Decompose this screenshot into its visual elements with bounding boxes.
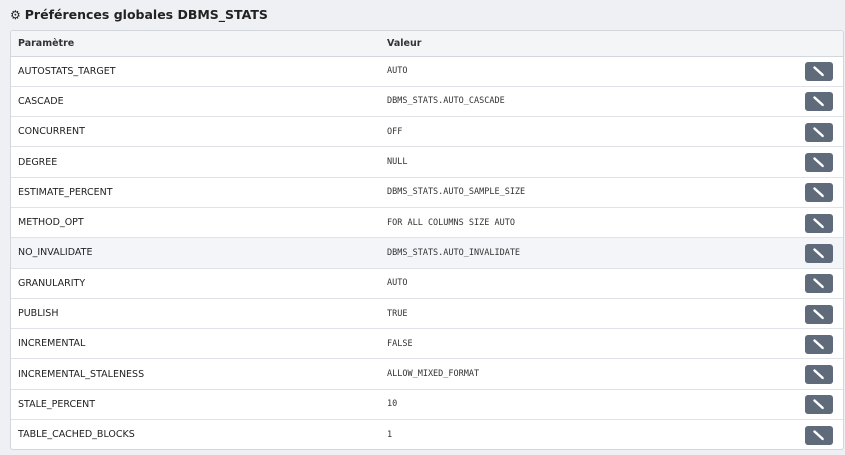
- row-actions: [783, 267, 843, 299]
- pencil-icon: [813, 369, 824, 380]
- parameter-value: OFF: [381, 116, 783, 147]
- pencil-icon: [813, 248, 824, 259]
- pencil-icon: [813, 217, 824, 228]
- edit-button[interactable]: [805, 122, 833, 142]
- parameter-value: AUTO: [387, 66, 408, 77]
- row-actions: [783, 419, 843, 449]
- parameter-value: FOR ALL COLUMNS SIZE AUTO: [381, 206, 783, 238]
- page-header: ⚙ Préférences globales DBMS_STATS: [10, 7, 268, 22]
- table-row: PUBLISH TRUE: [11, 297, 843, 329]
- parameter-name: AUTOSTATS_TARGET: [18, 65, 116, 77]
- row-actions: [783, 388, 843, 420]
- edit-button[interactable]: [805, 425, 833, 445]
- edit-button[interactable]: [805, 92, 833, 112]
- parameter-value: ALLOW_MIXED_FORMAT: [381, 358, 783, 390]
- table-row: INCREMENTAL FALSE: [11, 328, 843, 359]
- row-actions: [783, 328, 843, 359]
- page-title: Préférences globales DBMS_STATS: [24, 7, 268, 22]
- preferences-table: Paramètre Valeur AUTOSTATS_TARGET AUTO CAS…: [11, 31, 843, 449]
- edit-button[interactable]: [805, 395, 833, 415]
- row-actions: [783, 116, 843, 147]
- row-actions: [783, 237, 843, 269]
- column-header-actions: [783, 31, 843, 57]
- parameter-value: NULL: [381, 146, 783, 178]
- parameter-value: 10: [381, 388, 783, 420]
- parameter-value: DBMS_STATS.AUTO_CASCADE: [381, 85, 783, 117]
- parameter-value: DBMS_STATS.AUTO_INVALIDATE: [381, 237, 783, 269]
- parameter-name: PUBLISH: [11, 297, 381, 329]
- pencil-icon: [813, 96, 824, 107]
- table-row: TABLE_CACHED_BLOCKS 1: [11, 419, 843, 449]
- parameter-value: 1: [381, 419, 783, 449]
- parameter-name: STALE_PERCENT: [11, 388, 381, 420]
- pencil-icon: [813, 127, 824, 137]
- parameter-name: TABLE_CACHED_BLOCKS: [11, 419, 381, 449]
- row-actions: [783, 85, 843, 117]
- edit-button[interactable]: [805, 213, 833, 233]
- table-row: STALE_PERCENT 10: [11, 388, 843, 420]
- parameter-name: ESTIMATE_PERCENT: [11, 176, 381, 208]
- edit-button[interactable]: [805, 304, 833, 324]
- edit-button[interactable]: [805, 334, 833, 354]
- gear-icon: ⚙: [10, 7, 21, 22]
- edit-button[interactable]: [805, 153, 833, 173]
- table-row: INCREMENTAL_STALENESS ALLOW_MIXED_FORMAT: [11, 358, 843, 390]
- row-actions: [783, 358, 843, 390]
- parameter-name: INCREMENTAL: [11, 328, 381, 359]
- parameter-value: FALSE: [381, 328, 783, 359]
- parameter-value: AUTO: [381, 267, 783, 299]
- pencil-icon: [813, 399, 824, 410]
- column-header-parameter: Paramètre: [11, 31, 381, 57]
- row-actions: [783, 176, 843, 208]
- row-actions: [783, 56, 843, 86]
- table-row: NO_INVALIDATE DBMS_STATS.AUTO_INVALIDATE: [11, 237, 843, 269]
- edit-button[interactable]: [805, 274, 833, 294]
- parameter-name: GRANULARITY: [11, 267, 381, 299]
- edit-button[interactable]: [805, 183, 833, 203]
- table-row: AUTOSTATS_TARGET AUTO: [11, 56, 843, 86]
- preferences-panel: Paramètre Valeur AUTOSTATS_TARGET AUTO CAS…: [10, 30, 844, 450]
- row-actions: [783, 146, 843, 178]
- table-row: GRANULARITY AUTO: [11, 267, 843, 299]
- row-actions: [783, 297, 843, 329]
- parameter-name: CASCADE: [11, 85, 381, 117]
- edit-button[interactable]: [805, 365, 833, 385]
- table-row: CONCURRENT OFF: [11, 116, 843, 147]
- row-actions: [783, 206, 843, 238]
- pencil-icon: [813, 308, 824, 319]
- table-row: DEGREE NULL: [11, 146, 843, 178]
- parameter-name: INCREMENTAL_STALENESS: [11, 358, 381, 390]
- edit-button[interactable]: [805, 62, 833, 82]
- table-row: ESTIMATE_PERCENT DBMS_STATS.AUTO_SAMPLE_S…: [11, 176, 843, 208]
- parameter-name: METHOD_OPT: [11, 206, 381, 238]
- edit-button[interactable]: [805, 243, 833, 263]
- pencil-icon: [813, 430, 824, 441]
- parameter-name: NO_INVALIDATE: [11, 237, 381, 269]
- pencil-icon: [813, 278, 824, 289]
- column-header-value: Valeur: [381, 31, 783, 57]
- pencil-icon: [813, 157, 824, 168]
- pencil-icon: [813, 187, 824, 198]
- table-row: METHOD_OPT FOR ALL COLUMNS SIZE AUTO: [11, 206, 843, 238]
- parameter-value: DBMS_STATS.AUTO_SAMPLE_SIZE: [381, 176, 783, 208]
- pencil-icon: [813, 339, 824, 350]
- parameter-name: DEGREE: [11, 146, 381, 178]
- parameter-name: CONCURRENT: [11, 116, 381, 147]
- pencil-icon: [813, 66, 824, 77]
- parameter-value: TRUE: [381, 297, 783, 329]
- table-header-row: Paramètre Valeur: [11, 31, 843, 57]
- table-row: CASCADE DBMS_STATS.AUTO_CASCADE: [11, 85, 843, 117]
